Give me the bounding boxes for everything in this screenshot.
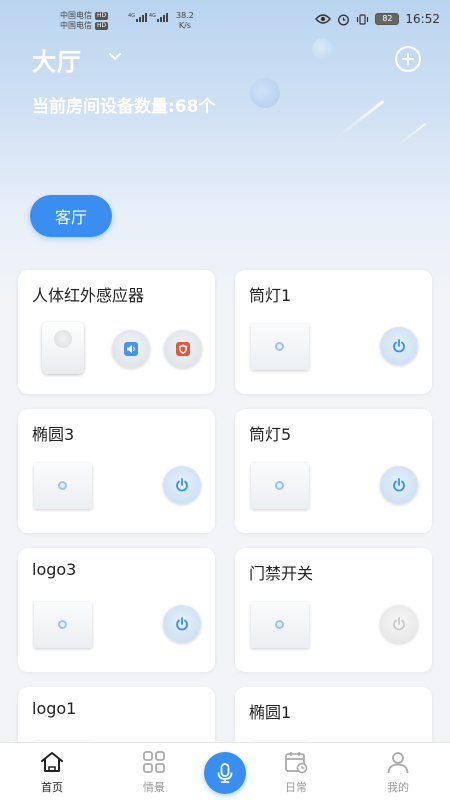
voice-assistant-button[interactable]	[204, 752, 246, 794]
net-type-1: 4G	[128, 13, 135, 19]
switch-panel-image	[251, 463, 309, 509]
device-name: 椭圆3	[32, 425, 75, 444]
power-toggle-button[interactable]	[380, 327, 418, 365]
switch-panel-image	[251, 602, 309, 648]
add-device-button[interactable]	[395, 46, 421, 72]
device-count-label: 当前房间设备数量:68个	[32, 97, 216, 117]
shield-alarm-icon	[176, 342, 190, 356]
device-name: 门禁开关	[249, 564, 314, 583]
switch-panel-image	[251, 324, 309, 370]
switch-panel-image	[34, 463, 92, 509]
power-toggle-button[interactable]	[163, 605, 201, 643]
vibrate-icon	[357, 13, 369, 25]
speed-value: 38.2	[176, 11, 194, 20]
device-card[interactable]: 人体红外感应器	[18, 270, 215, 394]
switch-panel-image	[34, 602, 92, 648]
alarm-clock-icon	[338, 14, 350, 25]
speaker-icon	[124, 342, 138, 356]
power-icon	[176, 617, 188, 631]
device-card[interactable]: 椭圆3	[18, 409, 215, 533]
power-icon	[393, 617, 405, 631]
alarm-button[interactable]	[164, 330, 202, 368]
power-icon	[176, 478, 188, 492]
tab-daily[interactable]: 日常	[261, 749, 331, 795]
scene-grid-icon	[143, 751, 165, 773]
carrier-info: 中国电信 HD 中国电信 HD	[60, 11, 109, 31]
carrier-1: 中国电信	[60, 11, 92, 20]
status-bar: 中国电信 HD 中国电信 HD 4G 4G 38.2 K/s 82 16:52	[0, 0, 450, 36]
signal-icon: 4G 4G	[128, 12, 170, 26]
power-toggle-button[interactable]	[163, 466, 201, 504]
room-chip-living-room[interactable]: 客厅	[30, 195, 112, 237]
tab-label: 情景	[143, 781, 165, 794]
tab-label: 首页	[41, 781, 63, 794]
carrier-2: 中国电信	[60, 21, 92, 30]
device-name: logo3	[32, 560, 77, 579]
tab-mine[interactable]: 我的	[363, 749, 433, 795]
power-toggle-button[interactable]	[380, 466, 418, 504]
status-icons: 82 16:52	[315, 12, 440, 26]
device-name: 人体红外感应器	[32, 286, 145, 305]
power-icon	[393, 478, 405, 492]
device-name: 椭圆1	[249, 703, 292, 722]
network-speed: 38.2 K/s	[176, 11, 194, 31]
microphone-icon	[217, 763, 233, 783]
profile-icon	[387, 752, 409, 774]
tab-scene[interactable]: 情景	[119, 749, 189, 795]
calendar-icon	[285, 752, 308, 774]
speed-unit: K/s	[178, 21, 191, 30]
decor-bubble	[312, 38, 334, 60]
battery-indicator: 82	[375, 13, 400, 25]
power-icon	[393, 339, 405, 353]
motion-sensor-image	[42, 322, 84, 374]
eye-icon	[315, 14, 332, 24]
hd-badge: HD	[95, 12, 109, 20]
net-type-2: 4G	[149, 13, 156, 19]
hd-badge: HD	[95, 22, 109, 30]
power-toggle-button[interactable]	[380, 605, 418, 643]
device-name: 筒灯5	[249, 425, 292, 444]
device-card[interactable]: 门禁开关	[235, 548, 432, 672]
speaker-button[interactable]	[112, 330, 150, 368]
room-title[interactable]: 大厅	[32, 42, 82, 77]
tab-label: 日常	[285, 781, 307, 794]
clock: 16:52	[405, 12, 440, 26]
tab-label: 我的	[387, 781, 409, 794]
decor-bubble	[250, 78, 280, 108]
chevron-down-icon[interactable]	[108, 50, 122, 64]
device-name: logo1	[32, 699, 77, 718]
device-card[interactable]: 筒灯5	[235, 409, 432, 533]
device-card[interactable]: logo3	[18, 548, 215, 672]
decor-streak	[335, 99, 385, 140]
home-icon	[41, 752, 63, 772]
decor-streak	[395, 122, 427, 148]
tab-home[interactable]: 首页	[17, 749, 87, 795]
device-card[interactable]: 筒灯1	[235, 270, 432, 394]
device-name: 筒灯1	[249, 286, 292, 305]
